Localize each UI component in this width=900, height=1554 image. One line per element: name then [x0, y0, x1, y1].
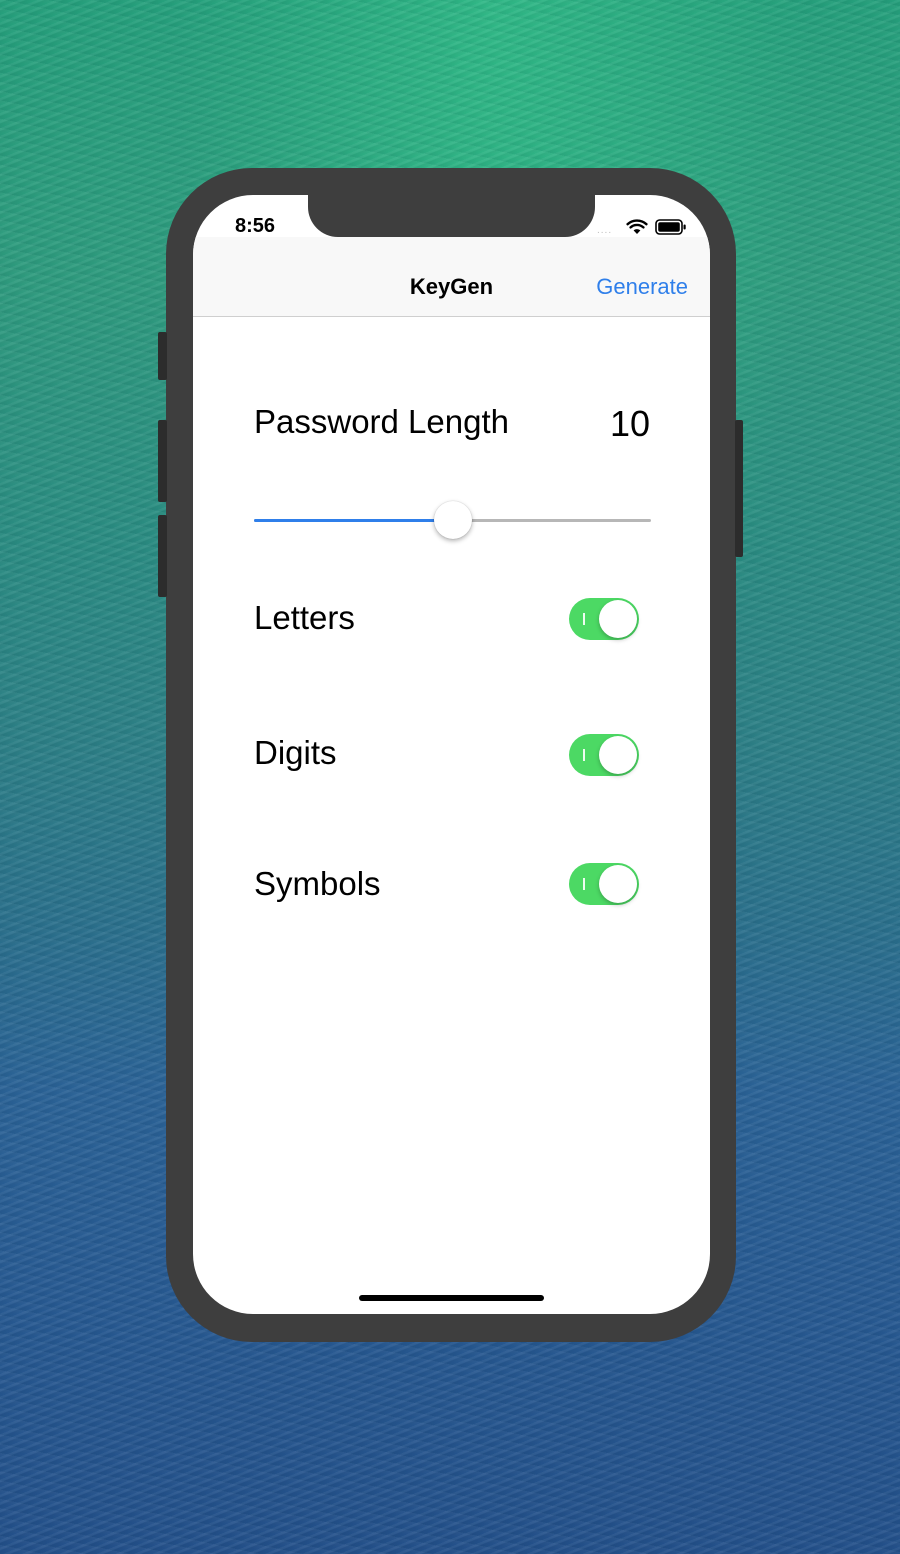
- toggle-knob: [599, 736, 637, 774]
- toggle-on-mark-icon: [583, 878, 585, 890]
- volume-down-button: [158, 515, 167, 597]
- symbols-toggle[interactable]: [569, 863, 639, 905]
- digits-toggle[interactable]: [569, 734, 639, 776]
- volume-up-button: [158, 420, 167, 502]
- password-length-label: Password Length: [254, 403, 509, 440]
- mute-switch: [158, 332, 167, 380]
- letters-label: Letters: [254, 599, 355, 636]
- generate-button[interactable]: Generate: [596, 274, 688, 300]
- slider-thumb[interactable]: [433, 501, 472, 539]
- toggle-knob: [599, 865, 637, 903]
- letters-toggle[interactable]: [569, 598, 639, 640]
- wifi-icon: [626, 219, 648, 234]
- home-indicator[interactable]: [359, 1295, 544, 1301]
- phone-screen: 8:56 .... KeyGen Generate Password Lengt…: [193, 195, 710, 1314]
- cellular-signal-icon: ....: [597, 225, 613, 236]
- digits-label: Digits: [254, 734, 337, 771]
- navigation-bar: KeyGen Generate: [193, 237, 710, 317]
- slider-track-fill: [254, 519, 453, 522]
- toggle-knob: [599, 600, 637, 638]
- status-time: 8:56: [235, 215, 276, 237]
- notch: [308, 195, 595, 237]
- password-length-value: 10: [609, 403, 650, 444]
- symbols-label: Symbols: [254, 865, 381, 902]
- power-button: [735, 420, 743, 557]
- toggle-on-mark-icon: [583, 613, 585, 625]
- toggle-on-mark-icon: [583, 749, 585, 761]
- battery-icon: [655, 219, 686, 235]
- password-length-slider[interactable]: [254, 500, 651, 540]
